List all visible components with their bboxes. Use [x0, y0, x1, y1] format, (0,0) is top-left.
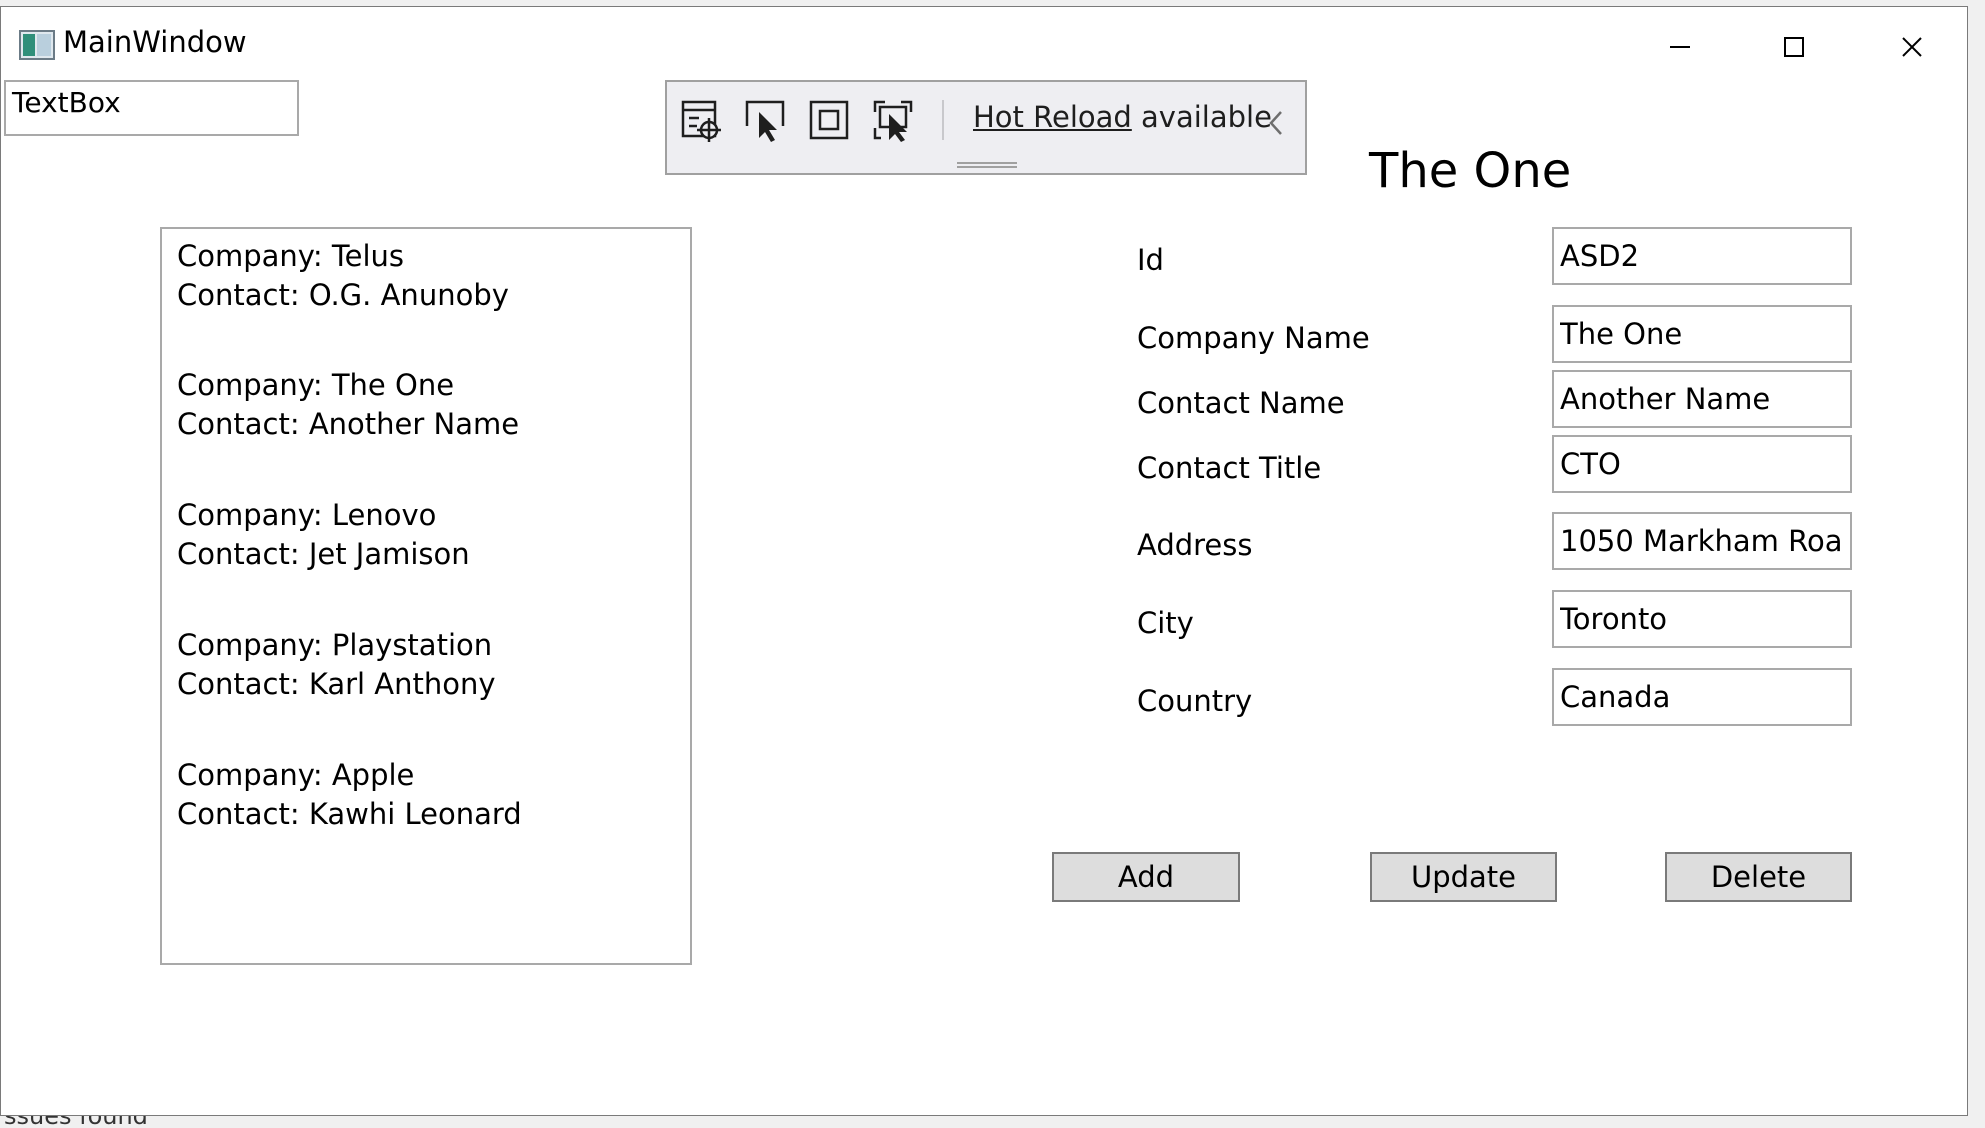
list-item[interactable]: Company: The One Contact: Another Name: [177, 366, 519, 444]
hot-reload-link[interactable]: Hot Reload: [973, 100, 1132, 134]
contact-name-field[interactable]: [1552, 370, 1852, 428]
update-button[interactable]: Update: [1370, 852, 1557, 902]
list-item-company: Company: Telus: [177, 239, 405, 273]
address-label: Address: [1137, 528, 1253, 562]
close-button[interactable]: [1867, 15, 1957, 79]
toolbar-drag-grip[interactable]: [957, 162, 1017, 168]
list-item-company: Company: The One: [177, 368, 455, 402]
customer-listbox[interactable]: Company: Telus Contact: O.G. Anunoby Com…: [160, 227, 692, 965]
list-item[interactable]: Company: Lenovo Contact: Jet Jamison: [177, 496, 470, 574]
main-window: MainWindow TextBox Hot Reload available …: [0, 6, 1968, 1116]
list-item-contact: Contact: Another Name: [177, 407, 520, 441]
add-button[interactable]: Add: [1052, 852, 1240, 902]
close-icon: [1902, 37, 1922, 57]
list-item-company: Company: Apple: [177, 758, 415, 792]
list-item-company: Company: Playstation: [177, 628, 493, 662]
list-item[interactable]: Company: Telus Contact: O.G. Anunoby: [177, 237, 509, 315]
city-field[interactable]: [1552, 590, 1852, 648]
app-icon: [19, 30, 55, 60]
maximize-button[interactable]: [1749, 15, 1839, 79]
top-textbox[interactable]: TextBox: [4, 80, 299, 136]
contact-title-field[interactable]: [1552, 435, 1852, 493]
hot-reload-toolbar: Hot Reload available: [665, 80, 1307, 175]
status-bar: ssues found: [0, 1116, 1985, 1128]
delete-button[interactable]: Delete: [1665, 852, 1852, 902]
list-item[interactable]: Company: Apple Contact: Kawhi Leonard: [177, 756, 522, 834]
hot-reload-status: Hot Reload available: [973, 100, 1272, 134]
toolbar-separator: [942, 100, 944, 140]
company-name-field[interactable]: [1552, 305, 1852, 363]
maximize-icon: [1784, 37, 1804, 57]
list-item-contact: Contact: Jet Jamison: [177, 537, 470, 571]
status-text: ssues found: [4, 1116, 148, 1128]
title-bar[interactable]: MainWindow: [1, 7, 1967, 81]
id-label: Id: [1137, 243, 1164, 277]
company-name-label: Company Name: [1137, 321, 1370, 355]
list-item-contact: Contact: Karl Anthony: [177, 667, 496, 701]
address-field[interactable]: [1552, 512, 1852, 570]
id-field[interactable]: [1552, 227, 1852, 285]
list-item-contact: Contact: Kawhi Leonard: [177, 797, 522, 831]
contact-name-label: Contact Name: [1137, 386, 1345, 420]
list-item[interactable]: Company: Playstation Contact: Karl Antho…: [177, 626, 496, 704]
city-label: City: [1137, 606, 1194, 640]
window-title: MainWindow: [63, 25, 247, 59]
country-field[interactable]: [1552, 668, 1852, 726]
country-label: Country: [1137, 684, 1253, 718]
page-title: The One: [1369, 143, 1572, 199]
contact-title-label: Contact Title: [1137, 451, 1322, 485]
select-element-icon[interactable]: [741, 96, 789, 144]
display-layout-adorners-icon[interactable]: [805, 96, 853, 144]
collapse-chevron-icon[interactable]: [1267, 108, 1285, 138]
live-visual-tree-icon[interactable]: [677, 96, 725, 144]
list-item-company: Company: Lenovo: [177, 498, 437, 532]
track-focus-icon[interactable]: [869, 96, 917, 144]
list-item-contact: Contact: O.G. Anunoby: [177, 278, 509, 312]
minimize-icon: [1670, 46, 1690, 48]
hot-reload-suffix: available: [1141, 100, 1272, 134]
minimize-button[interactable]: [1635, 15, 1725, 79]
